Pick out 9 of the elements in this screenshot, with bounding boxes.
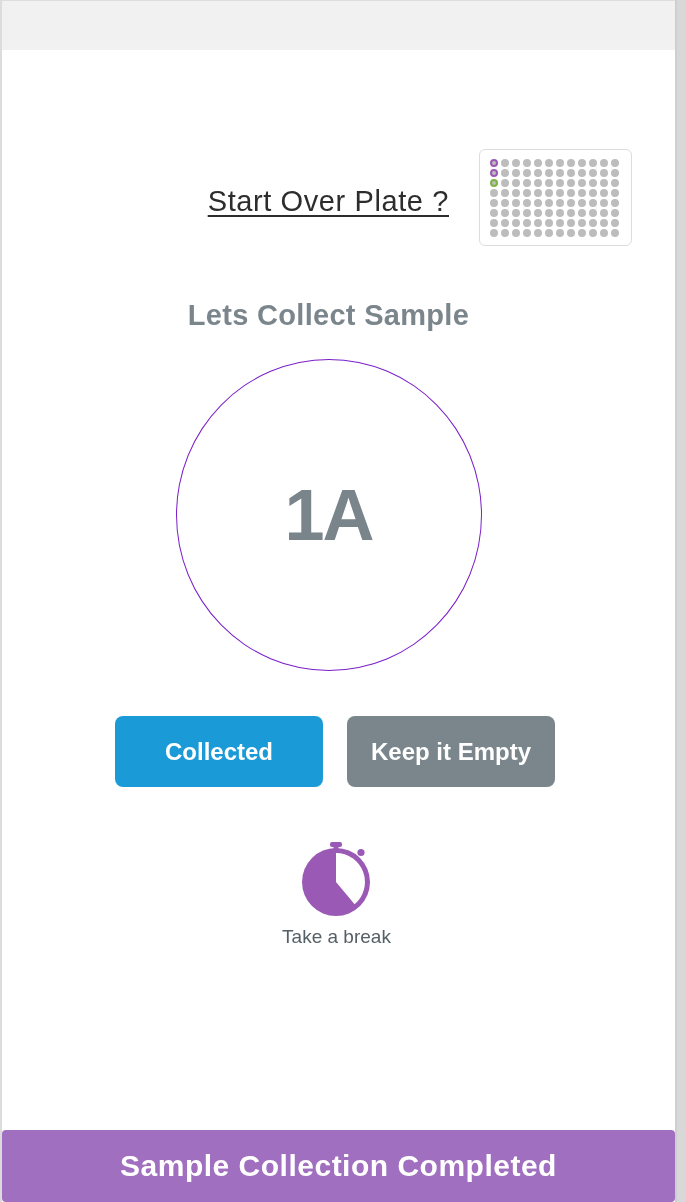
plate-thumbnail[interactable]	[479, 149, 632, 246]
current-well-label: 1A	[284, 474, 373, 556]
keep-empty-button[interactable]: Keep it Empty	[347, 716, 555, 787]
start-over-link[interactable]: Start Over Plate ?	[207, 185, 449, 218]
stopwatch-icon[interactable]	[302, 842, 371, 916]
complete-button[interactable]: Sample Collection Completed	[2, 1130, 675, 1202]
prompt-heading: Lets Collect Sample	[187, 298, 470, 332]
take-break-label[interactable]: Take a break	[282, 926, 391, 948]
collected-button[interactable]: Collected	[115, 716, 323, 787]
